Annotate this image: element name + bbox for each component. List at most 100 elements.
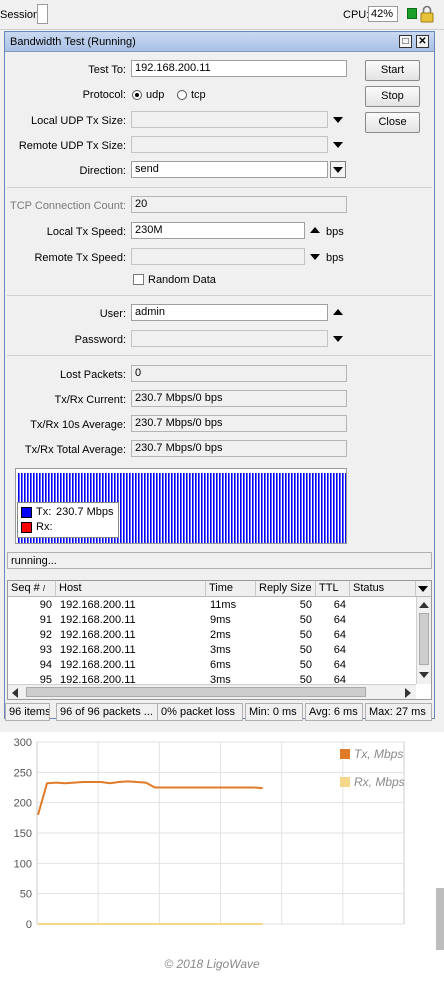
chevron-down-icon[interactable]: [333, 142, 343, 148]
cell-time: 6ms: [210, 659, 231, 671]
tx-bar: [189, 473, 191, 543]
column-header-seq[interactable]: Seq # /: [8, 581, 56, 597]
random-data-checkbox[interactable]: [133, 274, 144, 285]
cell-seq: 90: [39, 599, 52, 611]
column-header-host[interactable]: Host: [56, 581, 206, 597]
column-header-reply-size[interactable]: Reply Size: [256, 581, 316, 597]
tx-bar: [336, 473, 338, 543]
tcp-connection-count-input[interactable]: 20: [131, 196, 347, 213]
random-data-label: Random Data: [148, 274, 216, 286]
tx-bar: [201, 473, 203, 543]
footer-max: Max: 27 ms: [365, 703, 432, 721]
scroll-right-icon[interactable]: [405, 688, 411, 698]
cell-ttl: 64: [333, 644, 346, 656]
protocol-tcp-label: tcp: [191, 89, 206, 101]
chevron-up-icon[interactable]: [310, 227, 320, 233]
cell-host: 192.168.200.11: [60, 599, 136, 611]
scroll-up-icon[interactable]: [419, 602, 429, 608]
scroll-down-icon[interactable]: [419, 672, 429, 678]
divider: [7, 355, 432, 356]
tcp-connection-count-label: TCP Connection Count:: [10, 200, 126, 212]
remote-udp-tx-size-input[interactable]: [131, 136, 328, 153]
tx-bar: [216, 473, 218, 543]
table-row[interactable]: 91 192.168.200.11 9ms 50 64: [8, 613, 416, 628]
legend-rx-label: Rx:: [36, 521, 53, 533]
y-tick-label: 250: [14, 767, 32, 779]
maximize-button[interactable]: □: [399, 35, 412, 48]
hscrollbar-thumb[interactable]: [26, 687, 366, 697]
horizontal-scrollbar[interactable]: [8, 684, 416, 699]
y-tick-label: 300: [14, 737, 32, 749]
lost-packets-value: 0: [131, 365, 347, 382]
cell-size: 50: [299, 644, 312, 656]
tx-rx-total-average-label: Tx/Rx Total Average:: [24, 444, 126, 456]
y-tick-label: 50: [20, 889, 32, 901]
cell-seq: 94: [39, 659, 52, 671]
scrollbar-thumb[interactable]: [419, 613, 429, 665]
tx-bar: [123, 473, 125, 543]
tx-bar: [168, 473, 170, 543]
tx-bar: [180, 473, 182, 543]
window-titlebar[interactable]: Bandwidth Test (Running) □ ✕: [5, 32, 434, 52]
chevron-down-icon[interactable]: [310, 254, 320, 260]
cell-size: 50: [299, 659, 312, 671]
local-udp-tx-size-input[interactable]: [131, 111, 328, 128]
scroll-left-icon[interactable]: [12, 688, 18, 698]
tx-bar: [177, 473, 179, 543]
tx-bar: [135, 473, 137, 543]
tx-rx-total-average-value: 230.7 Mbps/0 bps: [131, 440, 347, 457]
direction-dropdown-button[interactable]: [330, 161, 346, 178]
footer-packet-loss: 0% packet loss: [157, 703, 243, 721]
lost-packets-label: Lost Packets:: [59, 369, 126, 381]
chevron-down-icon[interactable]: [333, 117, 343, 123]
close-button[interactable]: Close: [365, 112, 420, 133]
tx-bar: [153, 473, 155, 543]
protocol-label: Protocol:: [82, 89, 126, 101]
status-line: running...: [7, 552, 432, 569]
tx-bar: [279, 473, 281, 543]
test-to-input[interactable]: 192.168.200.11: [131, 60, 347, 77]
column-header-time[interactable]: Time: [206, 581, 256, 597]
tx-rx-10s-average-label: Tx/Rx 10s Average:: [30, 419, 126, 431]
ping-results-table: Seq # / Host Time Reply Size TTL Status …: [7, 580, 432, 700]
footer-item-count: 96 items: [5, 703, 50, 721]
tx-bar: [345, 473, 346, 543]
legend-swatch-0: [340, 749, 350, 759]
chevron-up-icon[interactable]: [333, 309, 343, 315]
stop-button[interactable]: Stop: [365, 86, 420, 107]
table-row[interactable]: 93 192.168.200.11 3ms 50 64: [8, 643, 416, 658]
vertical-scrollbar[interactable]: [416, 597, 431, 684]
remote-udp-tx-size-label: Remote UDP Tx Size:: [18, 140, 126, 152]
remote-tx-speed-input[interactable]: [131, 248, 305, 265]
password-input[interactable]: [131, 330, 328, 347]
tx-bar: [120, 473, 122, 543]
protocol-tcp-radio[interactable]: [177, 90, 187, 100]
remote-tx-speed-label: Remote Tx Speed:: [34, 252, 126, 264]
tx-bar: [240, 473, 242, 543]
legend-label-0: Tx, Mbps: [354, 747, 403, 761]
user-input[interactable]: admin: [131, 304, 328, 321]
table-row[interactable]: 92 192.168.200.11 2ms 50 64: [8, 628, 416, 643]
tx-bar: [285, 473, 287, 543]
tx-bar: [315, 473, 317, 543]
column-header-status[interactable]: Status: [350, 581, 416, 597]
column-menu-button[interactable]: [416, 581, 431, 597]
tx-bar: [312, 473, 314, 543]
start-button[interactable]: Start: [365, 60, 420, 81]
cell-ttl: 64: [333, 599, 346, 611]
tx-bar: [273, 473, 275, 543]
local-tx-speed-input[interactable]: 230M: [131, 222, 305, 239]
page-scrollbar-thumb[interactable]: [436, 888, 444, 950]
direction-select[interactable]: send: [131, 161, 328, 178]
protocol-udp-radio[interactable]: [132, 90, 142, 100]
chevron-down-icon[interactable]: [333, 336, 343, 342]
footer-min: Min: 0 ms: [245, 703, 303, 721]
remote-tx-speed-unit: bps: [326, 252, 344, 264]
table-row[interactable]: 90 192.168.200.11 11ms 50 64: [8, 598, 416, 613]
close-window-button[interactable]: ✕: [416, 35, 429, 48]
copyright-text: © 2018 LigoWave: [164, 957, 260, 971]
column-header-ttl[interactable]: TTL: [316, 581, 350, 597]
table-row[interactable]: 94 192.168.200.11 6ms 50 64: [8, 658, 416, 673]
session-field[interactable]: [37, 4, 48, 24]
rx-swatch: [21, 522, 32, 533]
